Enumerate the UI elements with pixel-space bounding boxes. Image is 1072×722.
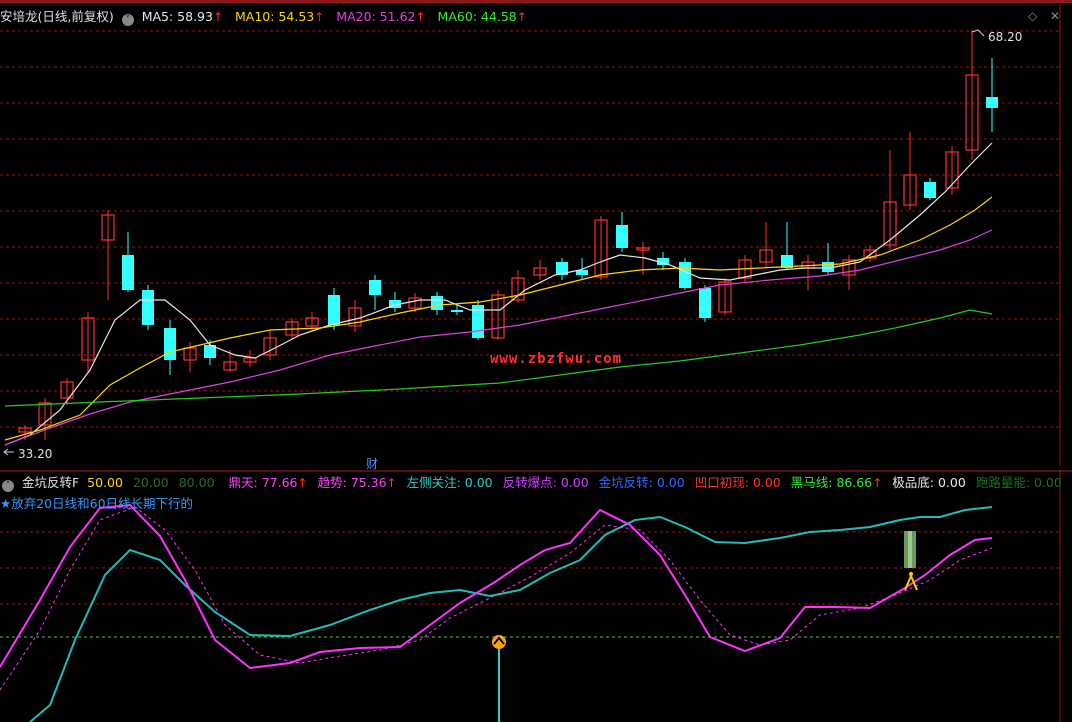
candle-body	[369, 280, 381, 295]
top-strip	[0, 0, 1072, 3]
indicator-param-1: 50.00	[87, 475, 123, 490]
indicator-item-2: 左侧关注: 0.00	[406, 475, 493, 490]
candle-body	[699, 288, 711, 318]
close-icon[interactable]: ✕	[1050, 9, 1060, 23]
candle-body	[431, 296, 443, 310]
up-arrow-icon: ↑	[314, 10, 325, 24]
gap	[0, 466, 1072, 470]
indicator-item-0: 鼎天: 77.66	[228, 475, 298, 490]
diamond-icon[interactable]: ◇	[1028, 9, 1037, 23]
indicator-name[interactable]: 金坑反转F	[22, 475, 79, 490]
candle-body	[142, 290, 154, 325]
up-arrow-icon: ↑	[872, 476, 883, 490]
up-arrow-icon: ↑	[212, 10, 224, 24]
indicator-param-3: 80.00	[178, 475, 215, 490]
ma20-label: MA20: 51.62	[336, 9, 416, 24]
high-price-label: 68.20	[988, 30, 1022, 44]
indicator-item-1: 趋势: 75.36	[317, 475, 387, 490]
candle-body	[122, 255, 134, 290]
stock-title[interactable]: 安培龙(日线,前复权)	[0, 9, 114, 24]
candle-body	[451, 310, 463, 312]
ma5-label: MA5: 58.93	[141, 9, 213, 24]
indicator-item-3: 反转爆点: 0.00	[502, 475, 589, 490]
candle-body	[986, 97, 998, 108]
chevron-down-icon[interactable]: ˅	[2, 480, 14, 492]
indicator-item-6: 黑马线: 86.66	[790, 475, 873, 490]
up-arrow-icon: ↑	[386, 476, 397, 490]
candle-body	[924, 182, 936, 198]
up-arrow-icon: ↑	[516, 10, 527, 24]
low-price-label: 33.20	[18, 447, 52, 461]
watermark: www.zbzfwu.com	[490, 351, 623, 367]
volume-bar-highlight	[908, 531, 912, 568]
trend-magenta-dashed	[0, 506, 993, 691]
indicator-param-2: 20.00	[132, 475, 169, 490]
candle-body	[679, 262, 691, 288]
indicator-item-4: 金坑反转: 0.00	[598, 475, 685, 490]
chevron-down-icon[interactable]: ˅	[121, 14, 134, 26]
indicator-header: ˅ 金坑反转F 50.00 20.00 80.00 鼎天: 77.66↑ 趋势: …	[0, 475, 1062, 492]
financial-event-marker[interactable]: 财	[366, 455, 378, 472]
main-chart-header: 安培龙(日线,前复权) ˅ MA5: 58.93↑ MA10: 54.53↑ M…	[0, 9, 527, 26]
ma10-label: MA10: 54.53	[235, 9, 315, 24]
indicator-item-5: 凹口初现: 0.00	[694, 475, 781, 490]
indicator-item-7: 极品底: 0.00	[892, 475, 966, 490]
trend-cyan-line	[29, 506, 993, 722]
ma60-label: MA60: 44.58	[437, 9, 517, 24]
candle-body	[616, 225, 628, 248]
indicator-item-8: 跑路量能: 0.00	[975, 475, 1062, 490]
candle-body	[164, 328, 176, 360]
up-arrow-icon: ↑	[415, 10, 426, 24]
chart-stage[interactable]: 68.20 33.20 安培龙(日线,前复权) ˅ MA5: 58.93↑ MA1…	[0, 0, 1072, 722]
up-arrow-icon: ↑	[297, 476, 308, 490]
candle-body	[328, 295, 340, 325]
indicator-note: ★放弃20日线和60日线长期下行的	[0, 496, 194, 511]
indicator-items: 鼎天: 77.66↑ 趋势: 75.36↑ 左侧关注: 0.00 反转爆点: 0.00…	[219, 475, 1062, 490]
person-marker-head	[909, 572, 913, 576]
